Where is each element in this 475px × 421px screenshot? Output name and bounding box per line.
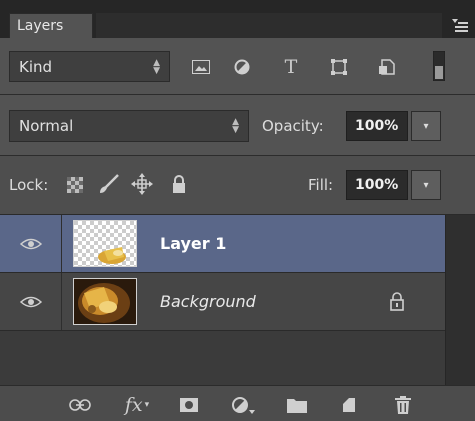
layer-lock-icon: [390, 292, 404, 311]
opacity-value: 100%: [355, 118, 399, 134]
fill-label: Fill:: [308, 176, 334, 194]
layer-name[interactable]: Layer 1: [160, 215, 226, 272]
layers-bottom-toolbar: fx ▾: [0, 385, 475, 421]
add-layer-mask-icon[interactable]: [176, 394, 202, 416]
select-arrows-icon: ▲ ▼: [153, 57, 160, 76]
visibility-toggle[interactable]: [0, 273, 62, 330]
filter-toggle-switch[interactable]: [431, 50, 447, 82]
type-layer-filter-icon[interactable]: T: [278, 53, 304, 81]
opacity-input[interactable]: 100%: [346, 111, 408, 141]
tab-bar-empty: [96, 13, 442, 38]
fx-label: fx: [124, 394, 143, 416]
layer-name[interactable]: Background: [160, 273, 256, 330]
fill-value: 100%: [355, 177, 399, 193]
chevron-down-icon: ▾: [144, 400, 150, 410]
eye-icon: [19, 296, 42, 307]
layer-row-layer-1[interactable]: Layer 1: [0, 215, 445, 273]
fx-layer-style-button[interactable]: fx ▾: [120, 394, 154, 416]
fill-input[interactable]: 100%: [346, 170, 408, 200]
pixel-layer-filter-icon[interactable]: [188, 53, 214, 81]
blend-row: Normal ▲ ▼ Opacity: 100% ▾: [0, 95, 475, 156]
new-fill-adjustment-layer-icon[interactable]: [228, 394, 258, 416]
visibility-toggle[interactable]: [0, 215, 62, 272]
tab-layers-label: Layers: [17, 18, 64, 34]
chevron-down-icon: ▾: [423, 179, 429, 191]
lock-all-icon[interactable]: [168, 172, 190, 196]
blend-mode-value: Normal: [19, 117, 74, 135]
new-layer-icon[interactable]: [336, 394, 362, 416]
filter-row: Kind ▲ ▼ T: [0, 38, 475, 95]
layer-thumbnail: [73, 278, 137, 325]
opacity-dropdown-button[interactable]: ▾: [411, 111, 441, 141]
lock-position-icon[interactable]: [130, 172, 154, 196]
tab-bar: Layers: [0, 0, 475, 38]
select-arrows-icon: ▲ ▼: [232, 117, 239, 135]
adjustment-layer-filter-icon[interactable]: [229, 53, 255, 81]
filter-kind-label: Kind: [19, 57, 53, 76]
layers-list: Layer 1 Background: [0, 215, 445, 385]
eye-icon: [19, 238, 42, 249]
chevron-down-icon: ▾: [423, 120, 429, 132]
blend-mode-select[interactable]: Normal ▲ ▼: [9, 110, 249, 142]
fill-dropdown-button[interactable]: ▾: [411, 170, 441, 200]
link-layers-icon[interactable]: [66, 394, 94, 416]
smart-object-filter-icon[interactable]: [374, 53, 400, 81]
filter-kind-select[interactable]: Kind ▲ ▼: [9, 51, 170, 82]
lock-label: Lock:: [9, 176, 49, 194]
layer-thumbnail: [73, 220, 137, 267]
opacity-label: Opacity:: [262, 117, 324, 135]
trash-icon[interactable]: [390, 394, 416, 416]
new-group-folder-icon[interactable]: [284, 394, 310, 416]
lock-transparent-pixels-icon[interactable]: [64, 174, 86, 196]
panel-menu-icon[interactable]: [452, 18, 468, 32]
layer-row-background[interactable]: Background: [0, 273, 445, 331]
layers-scrollbar[interactable]: [445, 215, 475, 385]
tab-layers[interactable]: Layers: [9, 13, 93, 38]
layers-panel: Layers Kind ▲ ▼ T Normal ▲ ▼ Opacity: 10…: [0, 0, 475, 421]
lock-image-pixels-icon[interactable]: [97, 172, 121, 196]
shape-layer-filter-icon[interactable]: [326, 53, 352, 81]
lock-row: Lock: Fill: 100% ▾: [0, 156, 475, 215]
